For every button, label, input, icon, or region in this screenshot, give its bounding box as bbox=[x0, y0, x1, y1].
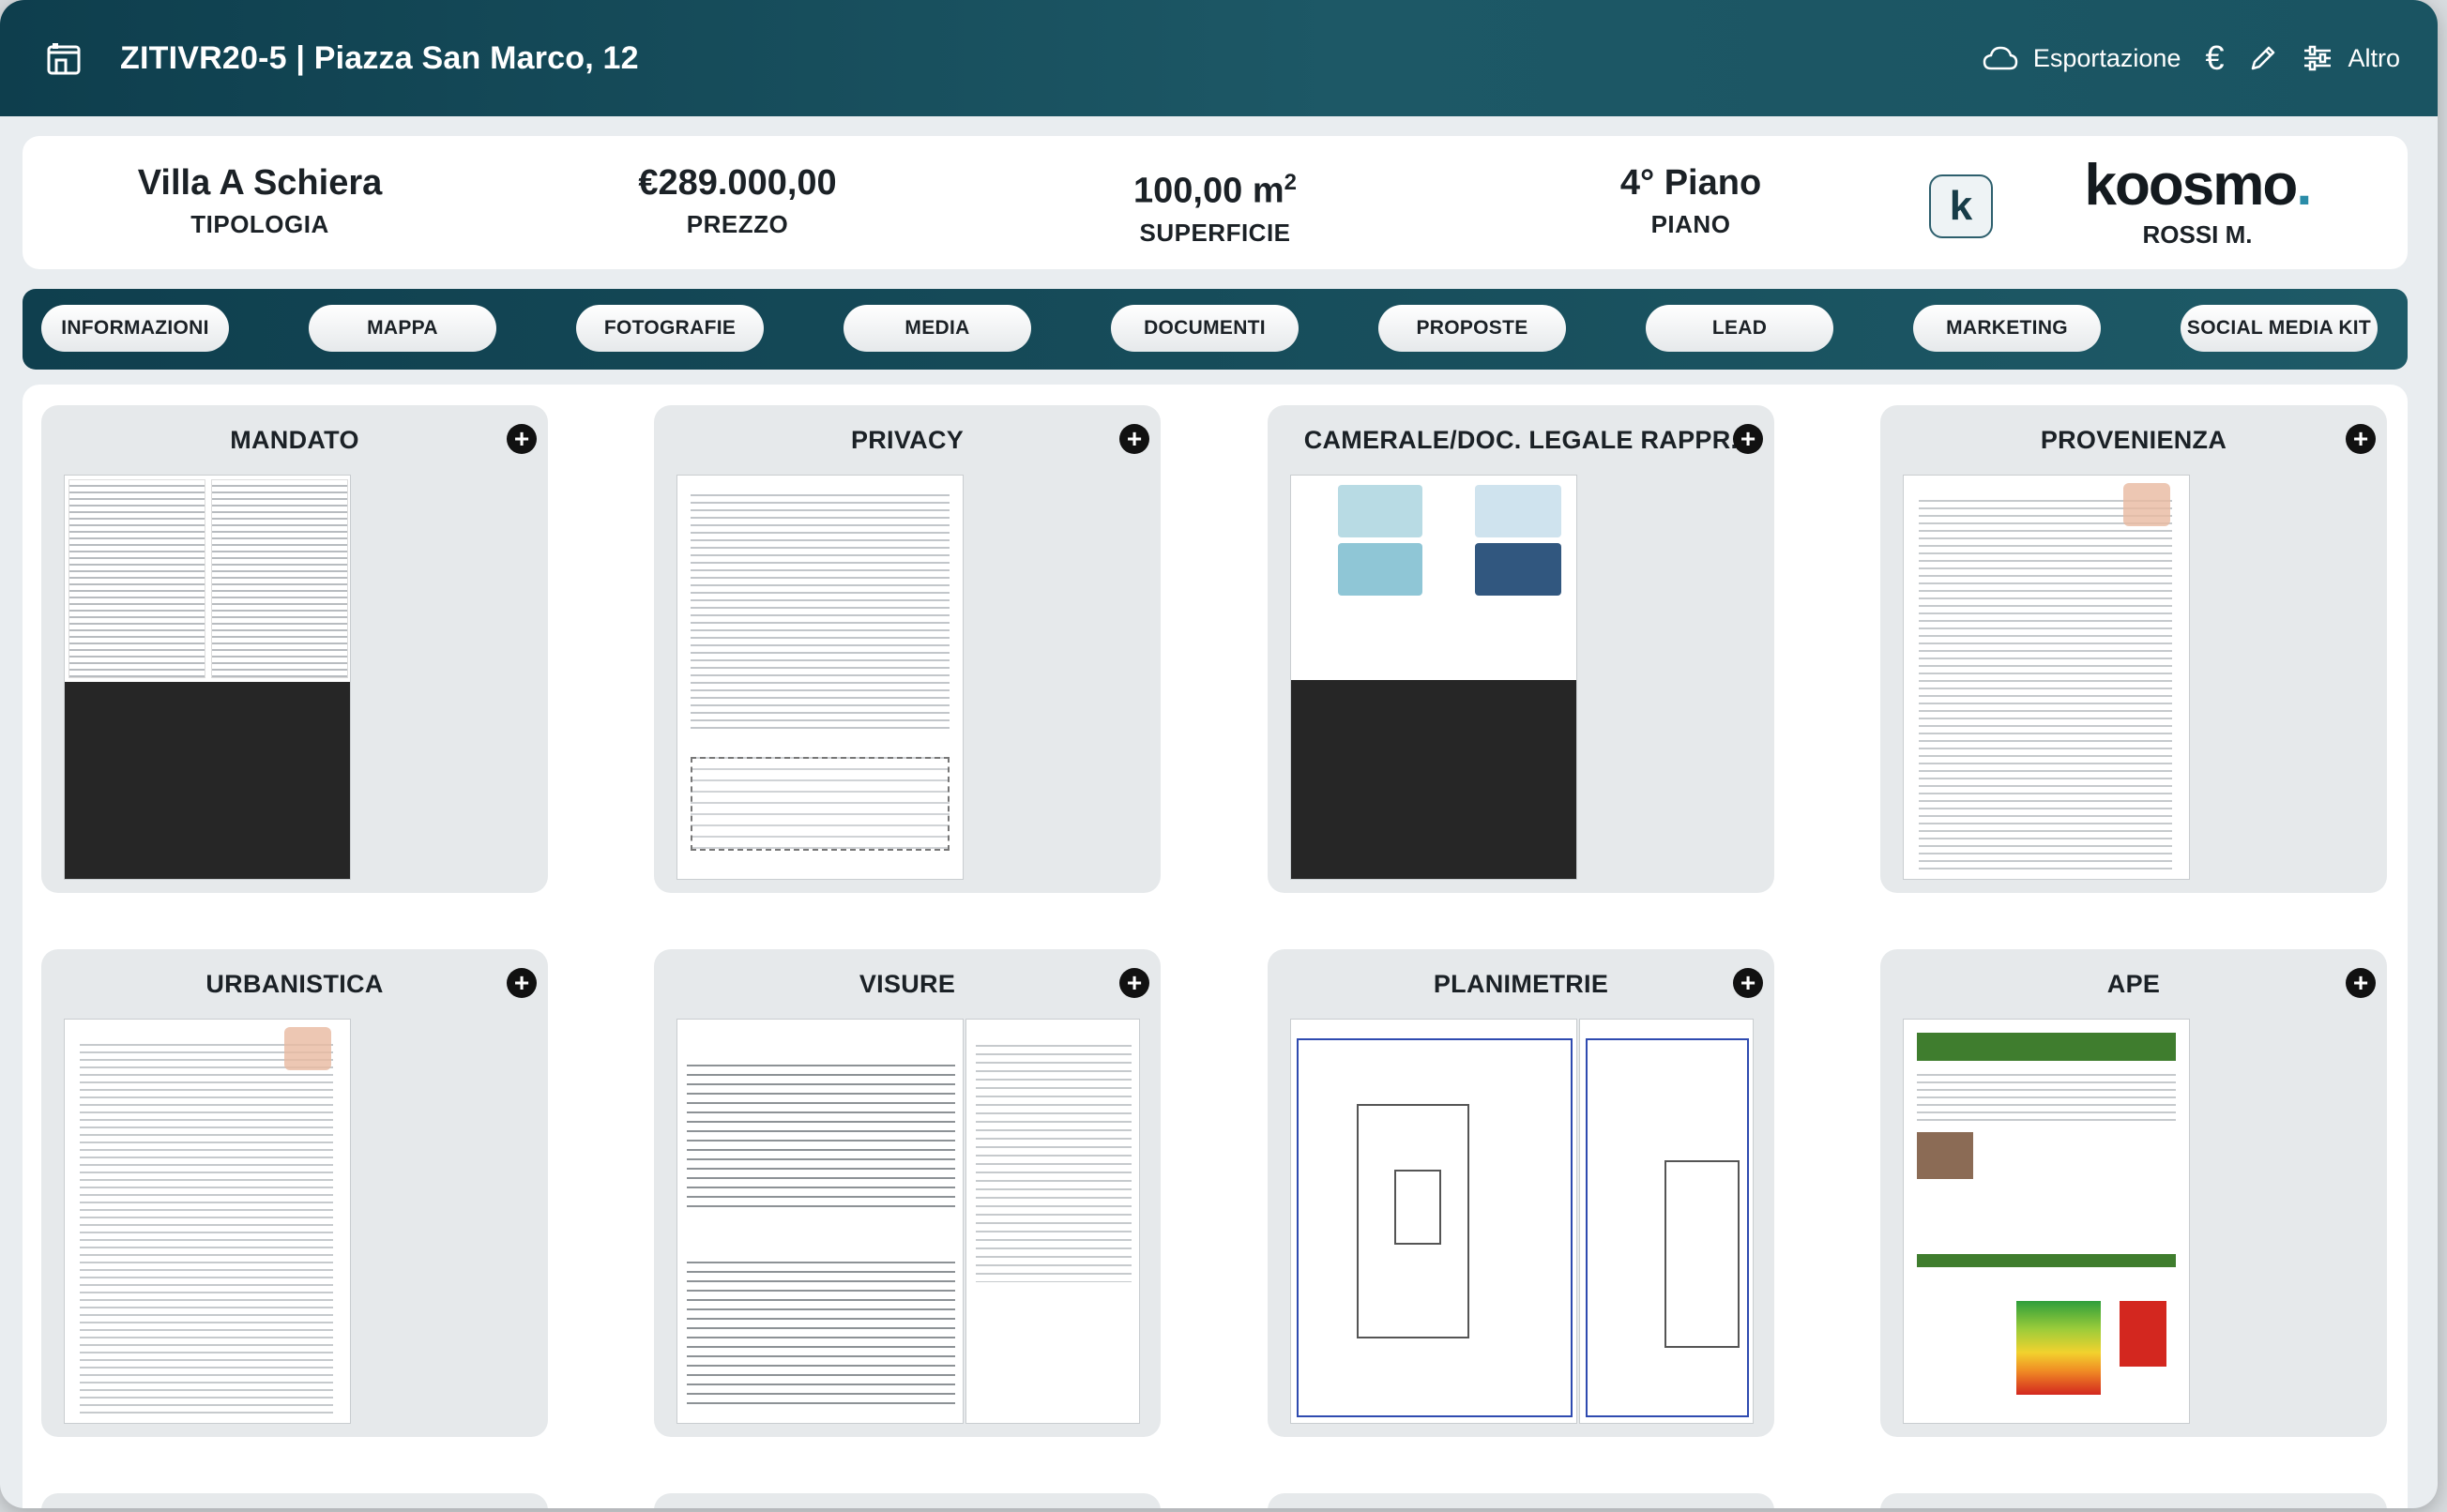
doc-card-ape[interactable]: APE + bbox=[1880, 949, 2387, 1437]
tipologia-label: TIPOLOGIA bbox=[190, 210, 329, 238]
prezzo-value: €289.000,00 bbox=[638, 163, 837, 203]
doc-card-title: URBANISTICA bbox=[205, 970, 384, 998]
piano-value: 4° Piano bbox=[1619, 163, 1762, 203]
add-document-button[interactable]: + bbox=[507, 424, 537, 454]
document-thumbnail[interactable] bbox=[64, 475, 351, 880]
prezzo-label: PREZZO bbox=[686, 210, 789, 238]
export-label: Esportazione bbox=[2032, 43, 2181, 72]
doc-card-provenienza[interactable]: PROVENIENZA + bbox=[1880, 405, 2387, 893]
document-thumbnail[interactable] bbox=[1290, 475, 1577, 880]
superficie-value: 100,00 m2 bbox=[1133, 170, 1297, 211]
doc-card-title: PROVENIENZA bbox=[2040, 426, 2227, 454]
add-document-button[interactable]: + bbox=[1119, 968, 1149, 998]
doc-card-privacy[interactable]: PRIVACY + bbox=[654, 405, 1161, 893]
tab-social-media-kit[interactable]: SOCIAL MEDIA KIT bbox=[2181, 305, 2378, 352]
doc-card-title: APE bbox=[2106, 970, 2161, 998]
doc-card-partial bbox=[41, 1493, 548, 1508]
tab-fotografie[interactable]: FOTOGRAFIE bbox=[576, 305, 764, 352]
doc-card-title: VISURE bbox=[859, 970, 956, 998]
doc-card-planimetrie[interactable]: PLANIMETRIE + bbox=[1268, 949, 1774, 1437]
more-button[interactable]: Altro bbox=[2303, 44, 2400, 73]
doc-card-camerale[interactable]: CAMERALE/DOC. LEGALE RAPPR. + bbox=[1268, 405, 1774, 893]
page-title: ZITIVR20-5 | Piazza San Marco, 12 bbox=[120, 39, 639, 76]
doc-card-partial bbox=[654, 1493, 1161, 1508]
doc-card-visure[interactable]: VISURE + bbox=[654, 949, 1161, 1437]
tab-lead[interactable]: LEAD bbox=[1646, 305, 1833, 352]
add-document-button[interactable]: + bbox=[2346, 424, 2376, 454]
tab-proposte[interactable]: PROPOSTE bbox=[1378, 305, 1566, 352]
add-document-button[interactable]: + bbox=[507, 968, 537, 998]
doc-card-mandato[interactable]: MANDATO + bbox=[41, 405, 548, 893]
tab-documenti[interactable]: DOCUMENTI bbox=[1111, 305, 1299, 352]
tab-marketing[interactable]: MARKETING bbox=[1913, 305, 2101, 352]
piano-stat: 4° Piano PIANO bbox=[1620, 161, 1761, 239]
more-label: Altro bbox=[2348, 43, 2400, 72]
agency-badge-icon[interactable]: k bbox=[1929, 174, 1993, 238]
property-icon[interactable] bbox=[38, 32, 90, 84]
document-thumbnail[interactable] bbox=[965, 1019, 1140, 1424]
document-thumbnail[interactable] bbox=[1903, 475, 2190, 880]
edit-button[interactable] bbox=[2248, 43, 2278, 73]
doc-card-partial bbox=[1880, 1493, 2387, 1508]
doc-card-urbanistica[interactable]: URBANISTICA + bbox=[41, 949, 548, 1437]
sliders-icon bbox=[2303, 45, 2333, 71]
agent-name: ROSSI M. bbox=[2142, 220, 2253, 249]
add-document-button[interactable]: + bbox=[1733, 424, 1763, 454]
tab-media[interactable]: MEDIA bbox=[844, 305, 1031, 352]
tab-mappa[interactable]: MAPPA bbox=[309, 305, 496, 352]
document-thumbnail[interactable] bbox=[1290, 1019, 1577, 1424]
doc-card-title: PLANIMETRIE bbox=[1433, 970, 1609, 998]
document-thumbnail[interactable] bbox=[1903, 1019, 2190, 1424]
price-button[interactable]: € bbox=[2205, 38, 2224, 78]
doc-card-partial bbox=[1268, 1493, 1774, 1508]
doc-card-title: MANDATO bbox=[230, 426, 359, 454]
euro-icon: € bbox=[2205, 38, 2225, 77]
tipologia-value: Villa A Schiera bbox=[137, 163, 383, 203]
header-bar: ZITIVR20-5 | Piazza San Marco, 12 Esport… bbox=[0, 0, 2438, 116]
tipologia-stat: Villa A Schiera TIPOLOGIA bbox=[138, 161, 383, 239]
doc-card-title: PRIVACY bbox=[850, 426, 965, 454]
document-thumbnail[interactable] bbox=[64, 1019, 351, 1424]
header-actions: Esportazione € Altro bbox=[1983, 38, 2400, 78]
brand-logo: koosmo. bbox=[2084, 153, 2313, 218]
superficie-label: SUPERFICIE bbox=[1139, 218, 1291, 247]
pencil-icon bbox=[2248, 43, 2278, 73]
export-button[interactable]: Esportazione bbox=[1983, 44, 2181, 73]
add-document-button[interactable]: + bbox=[1733, 968, 1763, 998]
document-thumbnail[interactable] bbox=[676, 475, 964, 880]
document-thumbnail[interactable] bbox=[676, 1019, 964, 1424]
add-document-button[interactable]: + bbox=[1119, 424, 1149, 454]
document-thumbnail[interactable] bbox=[1579, 1019, 1754, 1424]
superficie-stat: 100,00 m2 SUPERFICIE bbox=[1133, 161, 1297, 248]
add-document-button[interactable]: + bbox=[2346, 968, 2376, 998]
piano-label: PIANO bbox=[1650, 210, 1731, 238]
brand-block: koosmo. ROSSI M. bbox=[2084, 153, 2313, 249]
property-window: ZITIVR20-5 | Piazza San Marco, 12 Esport… bbox=[0, 0, 2438, 1508]
doc-card-title: CAMERALE/DOC. LEGALE RAPPR. bbox=[1303, 426, 1739, 454]
cloud-icon bbox=[1983, 45, 2018, 71]
tab-informazioni[interactable]: INFORMAZIONI bbox=[41, 305, 229, 352]
prezzo-stat: €289.000,00 PREZZO bbox=[638, 161, 836, 239]
